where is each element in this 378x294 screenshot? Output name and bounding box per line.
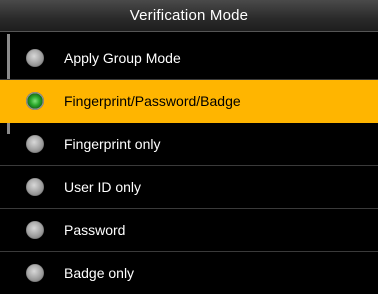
option-password[interactable]: Password — [0, 209, 378, 252]
verification-mode-screen: Verification Mode Apply Group Mode Finge… — [0, 0, 378, 291]
option-label: Fingerprint only — [64, 136, 161, 152]
radio-button-icon[interactable] — [26, 49, 44, 67]
radio-button-icon[interactable] — [26, 178, 44, 196]
option-label: Password — [64, 222, 126, 238]
option-label: User ID only — [64, 179, 142, 195]
page-title: Verification Mode — [129, 7, 249, 24]
option-apply-group-mode[interactable]: Apply Group Mode — [0, 37, 378, 80]
option-badge-only[interactable]: Badge only — [0, 252, 378, 294]
verification-mode-list: Apply Group Mode Fingerprint/Password/Ba… — [0, 37, 378, 294]
radio-button-selected-icon[interactable] — [26, 92, 44, 110]
option-label: Fingerprint/Password/Badge — [64, 93, 241, 109]
radio-button-icon[interactable] — [26, 135, 44, 153]
option-user-id-only[interactable]: User ID only — [0, 166, 378, 209]
radio-button-icon[interactable] — [26, 264, 44, 282]
option-fingerprint-password-badge[interactable]: Fingerprint/Password/Badge — [0, 80, 378, 123]
title-bar: Verification Mode — [0, 0, 378, 32]
option-label: Apply Group Mode — [64, 50, 181, 66]
option-fingerprint-only[interactable]: Fingerprint only — [0, 123, 378, 166]
radio-button-icon[interactable] — [26, 221, 44, 239]
option-label: Badge only — [64, 265, 135, 281]
